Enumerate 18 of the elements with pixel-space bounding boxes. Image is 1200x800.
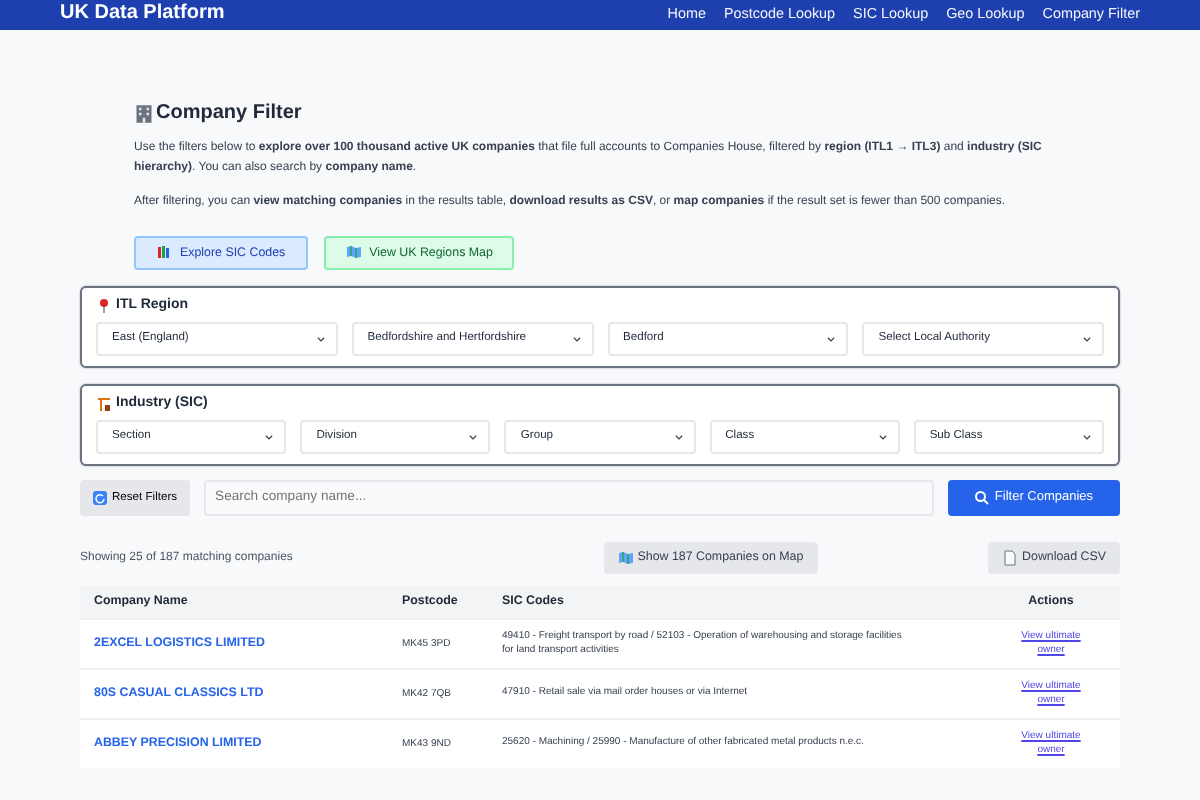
refresh-icon xyxy=(92,489,108,505)
caret-icon xyxy=(315,333,326,343)
document-icon xyxy=(1002,549,1019,565)
caret-icon xyxy=(571,333,581,343)
caret-icon xyxy=(1082,333,1092,343)
caret-icon xyxy=(468,431,479,441)
caret-icon xyxy=(826,333,837,343)
search-icon xyxy=(974,489,991,505)
map-icon xyxy=(345,244,362,260)
caret-icon xyxy=(673,431,684,441)
brand-title[interactable]: UK Data Platform xyxy=(60,2,225,24)
building-icon xyxy=(134,103,154,123)
caret-icon xyxy=(877,431,888,441)
pin-icon xyxy=(96,297,112,313)
page-heading: Company Filter xyxy=(156,102,302,124)
caret-icon xyxy=(1082,431,1093,441)
caret-icon xyxy=(264,431,275,441)
map-icon xyxy=(617,549,634,565)
